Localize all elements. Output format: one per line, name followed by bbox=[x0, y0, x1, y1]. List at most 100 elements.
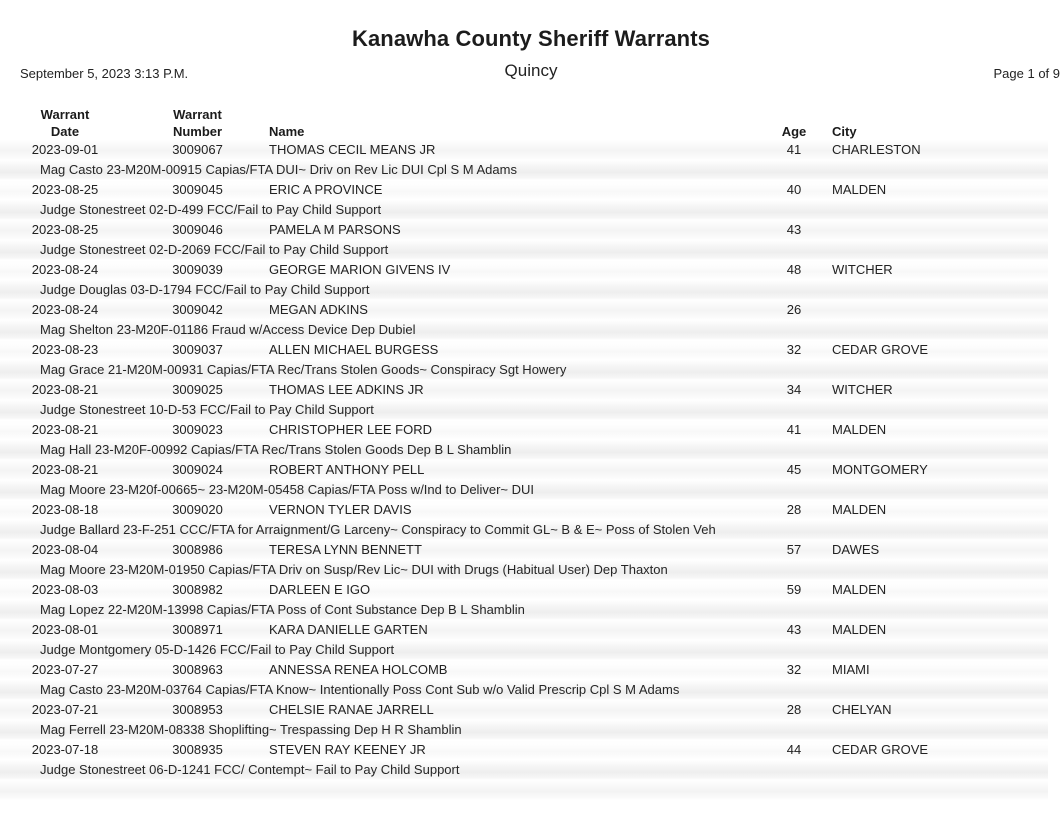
cell-city: CEDAR GROVE bbox=[832, 342, 929, 357]
cell-warrant-date: 2023-08-21 bbox=[31, 382, 99, 397]
cell-warrant-number: 3008986 bbox=[172, 542, 223, 557]
cell-city: MALDEN bbox=[832, 622, 887, 637]
cell-name: PAMELA M PARSONS bbox=[269, 222, 401, 237]
cell-warrant-number: 3009037 bbox=[172, 342, 223, 357]
table-row-detail: Mag Moore 23-M20M-01950 Capias/FTA Driv … bbox=[0, 560, 1048, 580]
cell-name: VERNON TYLER DAVIS bbox=[269, 502, 412, 517]
cell-charge-detail: Mag Lopez 22-M20M-13998 Capias/FTA Poss … bbox=[40, 602, 525, 617]
table-row-detail: Judge Douglas 03-D-1794 FCC/Fail to Pay … bbox=[0, 280, 1048, 300]
table-row-detail: Mag Casto 23-M20M-03764 Capias/FTA Know~… bbox=[0, 680, 1048, 700]
cell-warrant-date: 2023-08-25 bbox=[31, 182, 99, 197]
cell-name: ERIC A PROVINCE bbox=[269, 182, 383, 197]
table-row: 2023-07-21 3008953 CHELSIE RANAE JARRELL 28… bbox=[0, 700, 1048, 720]
cell-city: MALDEN bbox=[832, 422, 887, 437]
cell-charge-detail: Judge Stonestreet 06-D-1241 FCC/ Contemp… bbox=[40, 762, 460, 777]
warrants-table: Warrant Date Warrant Number Name Age Cit… bbox=[0, 106, 1048, 780]
cell-age: 57 bbox=[786, 542, 802, 557]
table-row: 2023-08-24 3009039 GEORGE MARION GIVENS IV… bbox=[0, 260, 1048, 280]
cell-name: ALLEN MICHAEL BURGESS bbox=[269, 342, 439, 357]
cell-age: 32 bbox=[786, 662, 802, 677]
cell-warrant-date: 2023-08-21 bbox=[31, 422, 99, 437]
column-header-age-label: Age bbox=[781, 124, 807, 139]
cell-age: 48 bbox=[786, 262, 802, 277]
cell-warrant-number: 3009042 bbox=[172, 302, 223, 317]
cell-warrant-date: 2023-08-24 bbox=[31, 302, 99, 317]
cell-age: 43 bbox=[786, 622, 802, 637]
cell-charge-detail: Mag Casto 23-M20M-03764 Capias/FTA Know~… bbox=[40, 682, 680, 697]
cell-name: STEVEN RAY KEENEY JR bbox=[269, 742, 426, 757]
cell-charge-detail: Mag Moore 23-M20f-00665~ 23-M20M-05458 C… bbox=[40, 482, 534, 497]
cell-age: 59 bbox=[786, 582, 802, 597]
cell-city: WITCHER bbox=[832, 382, 893, 397]
cell-warrant-date: 2023-09-01 bbox=[31, 142, 99, 157]
cell-warrant-number: 3008953 bbox=[172, 702, 223, 717]
cell-age: 43 bbox=[786, 222, 802, 237]
cell-warrant-date: 2023-07-21 bbox=[31, 702, 99, 717]
column-header-name-label: Name bbox=[269, 124, 305, 139]
cell-city: CHELYAN bbox=[832, 702, 892, 717]
table-row-detail: Judge Stonestreet 02-D-2069 FCC/Fail to … bbox=[0, 240, 1048, 260]
cell-age: 28 bbox=[786, 702, 802, 717]
cell-warrant-date: 2023-08-23 bbox=[31, 342, 99, 357]
cell-charge-detail: Judge Stonestreet 02-D-2069 FCC/Fail to … bbox=[40, 242, 389, 257]
table-row-detail: Judge Ballard 23-F-251 CCC/FTA for Arrai… bbox=[0, 520, 1048, 540]
cell-warrant-date: 2023-08-25 bbox=[31, 222, 99, 237]
cell-city: MIAMI bbox=[832, 662, 870, 677]
cell-age: 26 bbox=[786, 302, 802, 317]
cell-charge-detail: Judge Stonestreet 10-D-53 FCC/Fail to Pa… bbox=[40, 402, 374, 417]
table-row-detail: Mag Shelton 23-M20F-01186 Fraud w/Access… bbox=[0, 320, 1048, 340]
table-row-detail: Mag Moore 23-M20f-00665~ 23-M20M-05458 C… bbox=[0, 480, 1048, 500]
report-subtitle-district: Quincy bbox=[504, 61, 558, 80]
cell-name: MEGAN ADKINS bbox=[269, 302, 368, 317]
cell-warrant-number: 3008963 bbox=[172, 662, 223, 677]
cell-city: MALDEN bbox=[832, 502, 887, 517]
cell-name: ANNESSA RENEA HOLCOMB bbox=[269, 662, 448, 677]
column-header-name: Name bbox=[265, 106, 760, 140]
cell-charge-detail: Mag Shelton 23-M20F-01186 Fraud w/Access… bbox=[40, 322, 416, 337]
cell-name: DARLEEN E IGO bbox=[269, 582, 371, 597]
cell-charge-detail: Judge Montgomery 05-D-1426 FCC/Fail to P… bbox=[40, 642, 395, 657]
cell-warrant-number: 3008971 bbox=[172, 622, 223, 637]
table-row: 2023-08-24 3009042 MEGAN ADKINS 26 bbox=[0, 300, 1048, 320]
cell-age: 28 bbox=[786, 502, 802, 517]
cell-charge-detail: Judge Stonestreet 02-D-499 FCC/Fail to P… bbox=[40, 202, 382, 217]
column-header-warrant-date-line1: Warrant bbox=[40, 107, 90, 122]
column-header-city: City bbox=[828, 106, 1048, 140]
cell-warrant-number: 3009023 bbox=[172, 422, 223, 437]
table-row-detail: Judge Stonestreet 02-D-499 FCC/Fail to P… bbox=[0, 200, 1048, 220]
cell-charge-detail: Mag Hall 23-M20F-00992 Capias/FTA Rec/Tr… bbox=[40, 442, 512, 457]
cell-name: TERESA LYNN BENNETT bbox=[269, 542, 422, 557]
cell-age: 44 bbox=[786, 742, 802, 757]
column-header-age: Age bbox=[760, 106, 828, 140]
cell-city: CHARLESTON bbox=[832, 142, 921, 157]
cell-warrant-number: 3009039 bbox=[172, 262, 223, 277]
table-row-detail: Mag Hall 23-M20F-00992 Capias/FTA Rec/Tr… bbox=[0, 440, 1048, 460]
column-header-warrant-number-line2: Number bbox=[172, 124, 223, 139]
cell-charge-detail: Mag Grace 21-M20M-00931 Capias/FTA Rec/T… bbox=[40, 362, 567, 377]
table-trailing-band bbox=[0, 780, 1048, 800]
table-row-detail: Mag Casto 23-M20M-00915 Capias/FTA DUI~ … bbox=[0, 160, 1048, 180]
table-row: 2023-08-03 3008982 DARLEEN E IGO 59 MALDEN bbox=[0, 580, 1048, 600]
table-row: 2023-08-04 3008986 TERESA LYNN BENNETT 57 DA… bbox=[0, 540, 1048, 560]
table-row: 2023-08-21 3009025 THOMAS LEE ADKINS JR 34 W… bbox=[0, 380, 1048, 400]
cell-city: MALDEN bbox=[832, 182, 887, 197]
table-row-detail: Judge Stonestreet 06-D-1241 FCC/ Contemp… bbox=[0, 760, 1048, 780]
page-indicator: Page 1 of 9 bbox=[993, 66, 1061, 81]
cell-city bbox=[828, 220, 1048, 240]
cell-name: THOMAS CECIL MEANS JR bbox=[269, 142, 436, 157]
cell-city: MONTGOMERY bbox=[832, 462, 928, 477]
cell-warrant-number: 3008935 bbox=[172, 742, 223, 757]
cell-warrant-date: 2023-08-01 bbox=[31, 622, 99, 637]
cell-charge-detail: Judge Douglas 03-D-1794 FCC/Fail to Pay … bbox=[40, 282, 370, 297]
table-row-detail: Judge Stonestreet 10-D-53 FCC/Fail to Pa… bbox=[0, 400, 1048, 420]
cell-warrant-date: 2023-08-24 bbox=[31, 262, 99, 277]
cell-city: DAWES bbox=[832, 542, 880, 557]
table-row-detail: Mag Lopez 22-M20M-13998 Capias/FTA Poss … bbox=[0, 600, 1048, 620]
cell-warrant-date: 2023-08-03 bbox=[31, 582, 99, 597]
cell-city bbox=[828, 300, 1048, 320]
table-row: 2023-08-25 3009045 ERIC A PROVINCE 40 MALDEN bbox=[0, 180, 1048, 200]
table-row: 2023-08-01 3008971 KARA DANIELLE GARTEN 43 M… bbox=[0, 620, 1048, 640]
table-row: 2023-09-01 3009067 THOMAS CECIL MEANS JR 41… bbox=[0, 140, 1048, 160]
cell-name: GEORGE MARION GIVENS IV bbox=[269, 262, 451, 277]
table-row: 2023-08-25 3009046 PAMELA M PARSONS 43 bbox=[0, 220, 1048, 240]
